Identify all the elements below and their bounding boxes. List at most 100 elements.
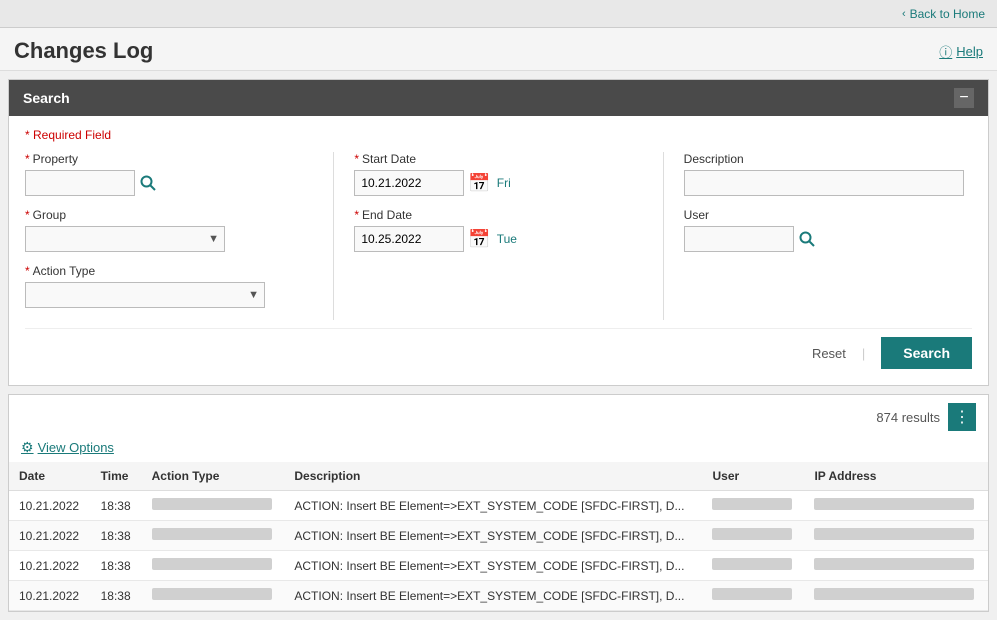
back-to-home-link[interactable]: ‹ Back to Home	[902, 7, 985, 21]
form-col-2: * Start Date 📅 Fri * End Date	[354, 152, 663, 320]
collapse-button[interactable]: −	[954, 88, 974, 108]
results-count: 874 results	[876, 410, 940, 425]
description-group: Description	[684, 152, 972, 196]
user-group: User	[684, 208, 972, 252]
description-input[interactable]	[684, 170, 964, 196]
top-bar: ‹ Back to Home	[0, 0, 997, 28]
cell-description: ACTION: Insert BE Element=>EXT_SYSTEM_CO…	[284, 491, 702, 521]
view-options-container: ⚙ View Options	[9, 439, 988, 462]
group-form-group: * Group ▼	[25, 208, 313, 252]
cell-date: 10.21.2022	[9, 551, 91, 581]
start-date-calendar-icon[interactable]: 📅	[468, 173, 490, 194]
table-row: 10.21.202218:38 ACTION: Insert BE Element…	[9, 581, 988, 611]
group-label: * Group	[25, 208, 313, 222]
cell-user	[702, 581, 804, 611]
magnifier-icon	[139, 174, 157, 192]
cell-ip	[804, 521, 988, 551]
cell-date: 10.21.2022	[9, 521, 91, 551]
cell-date: 10.21.2022	[9, 581, 91, 611]
view-options-link[interactable]: ⚙ View Options	[21, 439, 976, 456]
action-type-select[interactable]	[25, 282, 265, 308]
description-label: Description	[684, 152, 972, 166]
search-panel-title: Search	[23, 90, 70, 106]
cell-description: ACTION: Insert BE Element=>EXT_SYSTEM_CO…	[284, 581, 702, 611]
start-date-label: * Start Date	[354, 152, 642, 166]
required-field-label: * Required Field	[25, 128, 972, 142]
group-select-wrapper: ▼	[25, 226, 225, 252]
table-header: Date Time Action Type Description User I…	[9, 462, 988, 491]
cell-user	[702, 521, 804, 551]
user-input[interactable]	[684, 226, 794, 252]
page-title: Changes Log	[14, 38, 153, 64]
help-link[interactable]: ⓘ Help	[939, 42, 983, 61]
cell-action-type	[142, 491, 285, 521]
cell-time: 18:38	[91, 581, 142, 611]
form-grid: * Property	[25, 152, 972, 320]
vertical-dots-icon: ⋮	[954, 409, 970, 426]
col-description: Description	[284, 462, 702, 491]
cell-time: 18:38	[91, 551, 142, 581]
search-panel-body: * Required Field * Property	[9, 116, 988, 385]
page-header: Changes Log ⓘ Help	[0, 28, 997, 71]
cell-action-type	[142, 521, 285, 551]
form-col-3: Description User	[684, 152, 972, 320]
reset-button[interactable]: Reset	[812, 346, 846, 361]
search-panel-header: Search −	[9, 80, 988, 116]
table-row: 10.21.202218:38 ACTION: Insert BE Element…	[9, 521, 988, 551]
cell-description: ACTION: Insert BE Element=>EXT_SYSTEM_CO…	[284, 521, 702, 551]
col-date: Date	[9, 462, 91, 491]
action-type-select-wrapper: ▼	[25, 282, 265, 308]
back-to-home-label: Back to Home	[910, 7, 985, 21]
cell-action-type	[142, 581, 285, 611]
start-date-input[interactable]	[354, 170, 464, 196]
cell-description: ACTION: Insert BE Element=>EXT_SYSTEM_CO…	[284, 551, 702, 581]
action-type-form-group: * Action Type ▼	[25, 264, 313, 308]
table-row: 10.21.202218:38 ACTION: Insert BE Element…	[9, 551, 988, 581]
col-ip-address: IP Address	[804, 462, 988, 491]
help-label: Help	[956, 44, 983, 59]
chevron-left-icon: ‹	[902, 8, 906, 20]
results-section: 874 results ⋮ ⚙ View Options Date Time A…	[8, 394, 989, 612]
col-time: Time	[91, 462, 142, 491]
search-button[interactable]: Search	[881, 337, 972, 369]
table-row: 10.21.202218:38 ACTION: Insert BE Element…	[9, 491, 988, 521]
property-input[interactable]	[25, 170, 135, 196]
cell-action-type	[142, 551, 285, 581]
group-select[interactable]	[25, 226, 225, 252]
cell-ip	[804, 551, 988, 581]
property-group: * Property	[25, 152, 313, 196]
start-date-group: * Start Date 📅 Fri	[354, 152, 642, 196]
cell-ip	[804, 491, 988, 521]
cell-time: 18:38	[91, 491, 142, 521]
col-action-type: Action Type	[142, 462, 285, 491]
search-panel: Search − * Required Field * Property	[8, 79, 989, 386]
end-date-group: * End Date 📅 Tue	[354, 208, 642, 252]
view-options-label: View Options	[38, 440, 114, 455]
table-header-row: Date Time Action Type Description User I…	[9, 462, 988, 491]
col-user: User	[702, 462, 804, 491]
form-col-1: * Property	[25, 152, 334, 320]
results-header: 874 results ⋮	[9, 395, 988, 439]
end-day-label: Tue	[497, 232, 517, 246]
end-date-label: * End Date	[354, 208, 642, 222]
property-search-button[interactable]	[139, 174, 157, 192]
cell-ip	[804, 581, 988, 611]
cell-user	[702, 491, 804, 521]
form-actions: Reset | Search	[25, 328, 972, 369]
user-search-button[interactable]	[798, 230, 816, 248]
end-date-input[interactable]	[354, 226, 464, 252]
end-date-calendar-icon[interactable]: 📅	[468, 229, 490, 250]
action-type-label: * Action Type	[25, 264, 313, 278]
user-label: User	[684, 208, 972, 222]
gear-icon: ⚙	[21, 439, 34, 456]
user-magnifier-icon	[798, 230, 816, 248]
table-body: 10.21.202218:38ACTION: Insert BE Element…	[9, 491, 988, 611]
cell-user	[702, 551, 804, 581]
start-day-label: Fri	[497, 176, 511, 190]
help-icon: ⓘ	[939, 42, 952, 61]
cell-time: 18:38	[91, 521, 142, 551]
property-label: * Property	[25, 152, 313, 166]
cell-date: 10.21.2022	[9, 491, 91, 521]
options-menu-button[interactable]: ⋮	[948, 403, 976, 431]
results-table: Date Time Action Type Description User I…	[9, 462, 988, 611]
